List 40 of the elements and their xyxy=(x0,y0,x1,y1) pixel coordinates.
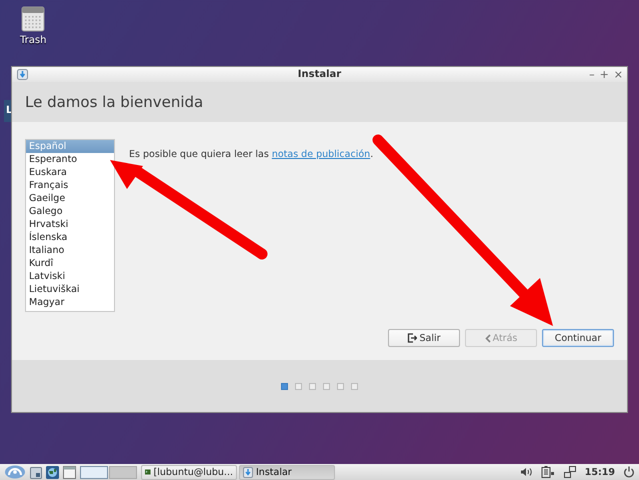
language-item[interactable]: Gaeilge xyxy=(26,192,114,205)
language-item[interactable]: Esperanto xyxy=(26,153,114,166)
language-item[interactable]: Kurdî xyxy=(26,257,114,270)
desktop-icon-label[interactable]: Trash xyxy=(20,35,46,46)
language-item[interactable]: Lietuviškai xyxy=(26,283,114,296)
power-icon[interactable] xyxy=(623,466,635,478)
globe-icon[interactable] xyxy=(46,466,59,478)
taskbar-button[interactable]: [lubuntu@lubu... xyxy=(141,464,237,480)
battery-icon[interactable] xyxy=(540,466,555,478)
language-item[interactable]: Latviski xyxy=(26,270,114,283)
language-item[interactable]: Galego xyxy=(26,205,114,218)
language-item[interactable]: Euskara xyxy=(26,166,114,179)
language-item[interactable]: Français xyxy=(26,179,114,192)
page-heading: Le damos la bienvenida xyxy=(25,93,204,111)
minimize-button[interactable]: – xyxy=(589,68,595,80)
maximize-button[interactable]: + xyxy=(600,68,609,80)
installer-icon xyxy=(243,466,253,478)
chevron-left-icon xyxy=(484,334,491,342)
release-notes-text: Es posible que quiera leer las notas de publicación. xyxy=(129,149,374,160)
window-icon[interactable] xyxy=(63,466,76,478)
volume-icon[interactable] xyxy=(520,467,533,477)
language-item[interactable]: Íslenska xyxy=(26,231,114,244)
network-icon[interactable] xyxy=(562,466,577,478)
clock[interactable]: 15:19 xyxy=(584,466,615,478)
installer-icon xyxy=(17,69,28,80)
language-item[interactable]: Magyar xyxy=(26,296,114,309)
window-title: Instalar xyxy=(298,69,342,80)
folder-icon[interactable] xyxy=(30,466,42,478)
workspace-button[interactable] xyxy=(80,466,108,478)
exit-icon xyxy=(407,333,418,343)
release-notes-link[interactable]: notas de publicación xyxy=(272,149,370,160)
close-button[interactable]: × xyxy=(614,68,623,80)
taskbar-button[interactable]: Instalar xyxy=(239,464,335,480)
continue-button[interactable]: Continuar xyxy=(542,329,614,347)
language-item[interactable]: Italiano xyxy=(26,244,114,257)
quit-button[interactable]: Salir xyxy=(388,329,460,347)
trash-icon[interactable] xyxy=(21,6,46,32)
language-item[interactable]: Hrvatski xyxy=(26,218,114,231)
terminal-icon xyxy=(145,467,151,477)
menu-icon[interactable] xyxy=(4,465,26,479)
